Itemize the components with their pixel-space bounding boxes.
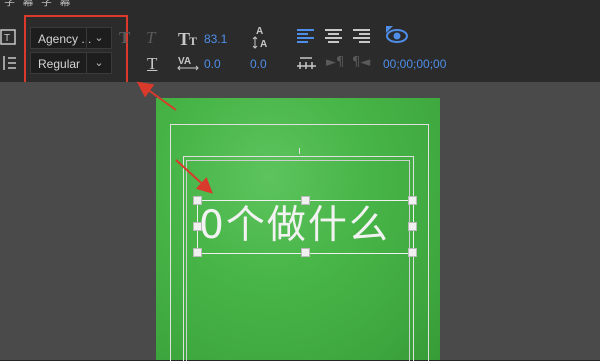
center-tick — [299, 148, 300, 154]
italic-icon[interactable]: T — [119, 28, 130, 48]
resize-handle-br[interactable] — [408, 248, 417, 257]
font-size-icon: TT — [178, 28, 200, 53]
svg-text:A: A — [256, 26, 263, 37]
resize-handle-bm[interactable] — [301, 248, 310, 257]
vertical-text-icon[interactable] — [0, 54, 18, 72]
tab-icon[interactable] — [297, 55, 317, 74]
visibility-icon[interactable] — [386, 26, 408, 50]
align-right-icon[interactable] — [353, 28, 371, 48]
resize-handle-tm[interactable] — [301, 196, 310, 205]
text-toolbar: 字 幕 字 幕 T Agency ... ⌄ Regular ⌄ T T T T… — [0, 0, 600, 84]
align-center-icon[interactable] — [325, 28, 343, 48]
indent-icon[interactable]: ►¶ — [326, 55, 344, 70]
align-left-icon[interactable] — [297, 28, 315, 48]
leading-value[interactable]: 0.0 — [250, 57, 267, 71]
canvas-text[interactable]: 0个做什么 — [199, 203, 390, 249]
underline-icon[interactable]: T — [147, 54, 157, 74]
resize-handle-mr[interactable] — [408, 222, 417, 231]
kerning-icon: VA — [176, 53, 200, 78]
leading-icon: AA — [252, 24, 272, 55]
title-safe-inner-guide — [186, 160, 410, 361]
font-size-value[interactable]: 83.1 — [204, 32, 227, 46]
resize-handle-ml[interactable] — [193, 222, 202, 231]
paragraph-icon[interactable]: ¶◄ — [352, 55, 370, 70]
resize-handle-tr[interactable] — [408, 196, 417, 205]
text-tool-icon[interactable]: T — [0, 28, 16, 46]
title-strip: 字 幕 字 幕 — [4, 0, 73, 8]
timecode-value[interactable]: 00;00;00;00 — [383, 57, 446, 71]
highlight-box — [24, 15, 128, 84]
faux-italic-icon[interactable]: T — [146, 28, 155, 48]
svg-text:T: T — [4, 33, 10, 44]
svg-text:VA: VA — [178, 56, 191, 67]
svg-text:T: T — [189, 34, 197, 48]
tracking-value[interactable]: 0.0 — [204, 57, 221, 71]
resize-handle-tl[interactable] — [193, 196, 202, 205]
svg-text:A: A — [260, 39, 267, 50]
resize-handle-bl[interactable] — [193, 248, 202, 257]
